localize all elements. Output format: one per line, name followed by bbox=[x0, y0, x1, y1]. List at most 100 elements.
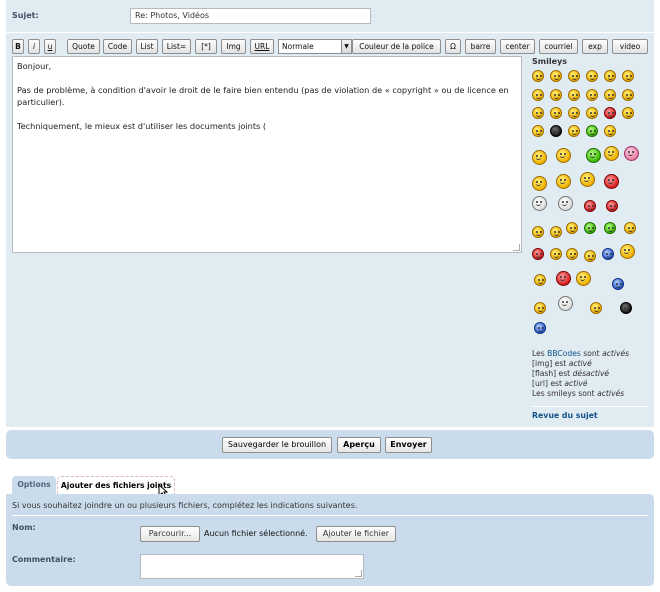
video-button[interactable]: video bbox=[612, 39, 648, 54]
smiley-icon[interactable] bbox=[584, 200, 596, 212]
smileys-title: Smileys bbox=[532, 57, 567, 66]
submit-button[interactable]: Envoyer bbox=[385, 437, 432, 453]
smiley-icon[interactable] bbox=[558, 196, 573, 211]
smiley-icon[interactable] bbox=[534, 322, 546, 334]
list-item-button[interactable]: [*] bbox=[195, 39, 217, 54]
smiley-icon[interactable] bbox=[532, 176, 547, 191]
smiley-icon[interactable] bbox=[602, 248, 614, 260]
divider bbox=[532, 406, 648, 407]
smiley-icon[interactable] bbox=[576, 271, 591, 286]
img-button[interactable]: Img bbox=[221, 39, 246, 54]
smiley-icon[interactable] bbox=[532, 150, 547, 165]
add-file-button[interactable]: Ajouter le fichier bbox=[316, 526, 396, 542]
underline-button[interactable]: u bbox=[44, 39, 56, 54]
smiley-icon[interactable] bbox=[604, 174, 619, 189]
smiley-icon[interactable] bbox=[586, 148, 601, 163]
comment-label: Commentaire: bbox=[12, 555, 76, 564]
tab-options[interactable]: Options bbox=[12, 476, 56, 494]
comment-textarea[interactable] bbox=[140, 554, 364, 579]
smiley-icon[interactable] bbox=[556, 174, 571, 189]
font-color-button[interactable]: Couleur de la police bbox=[352, 39, 441, 54]
url-button[interactable]: URL bbox=[250, 39, 274, 54]
smiley-icon[interactable] bbox=[604, 146, 619, 161]
smiley-icon[interactable] bbox=[550, 70, 562, 82]
smiley-icon[interactable] bbox=[622, 89, 634, 101]
quote-button[interactable]: Quote bbox=[67, 39, 100, 54]
browse-button[interactable]: Parcourir... bbox=[140, 526, 200, 542]
center-button[interactable]: center bbox=[500, 39, 535, 54]
smiley-icon[interactable] bbox=[558, 296, 573, 311]
bbcodes-link[interactable]: BBCodes bbox=[547, 349, 581, 358]
smiley-icon[interactable] bbox=[586, 89, 598, 101]
courriel-button[interactable]: courriel bbox=[539, 39, 578, 54]
code-button[interactable]: Code bbox=[103, 39, 132, 54]
message-line: Techniquement, le mieux est d'utiliser l… bbox=[17, 121, 267, 131]
smiley-icon[interactable] bbox=[604, 222, 616, 234]
preview-button[interactable]: Aperçu bbox=[337, 437, 381, 453]
smiley-icon[interactable] bbox=[568, 70, 580, 82]
smiley-icon[interactable] bbox=[532, 226, 544, 238]
smiley-icon[interactable] bbox=[532, 89, 544, 101]
smiley-icon[interactable] bbox=[568, 89, 580, 101]
list-button[interactable]: List bbox=[136, 39, 158, 54]
smiley-icon[interactable] bbox=[534, 274, 546, 286]
smiley-icon[interactable] bbox=[566, 248, 578, 260]
attachments-intro: Si vous souhaitez joindre un ou plusieur… bbox=[12, 501, 358, 510]
save-draft-button[interactable]: Sauvegarder le brouillon bbox=[222, 437, 332, 453]
smiley-icon[interactable] bbox=[622, 70, 634, 82]
smiley-icon[interactable] bbox=[550, 248, 562, 260]
smiley-icon[interactable] bbox=[566, 222, 578, 234]
divider bbox=[12, 515, 648, 516]
smiley-icon[interactable] bbox=[584, 222, 596, 234]
smiley-icon[interactable] bbox=[532, 125, 544, 137]
topic-review-link[interactable]: Revue du sujet bbox=[532, 411, 598, 420]
smiley-icon[interactable] bbox=[550, 226, 562, 238]
smiley-icon[interactable] bbox=[556, 148, 571, 163]
smiley-icon[interactable] bbox=[606, 200, 618, 212]
smiley-icon[interactable] bbox=[532, 196, 547, 211]
smiley-icon[interactable] bbox=[624, 146, 639, 161]
smiley-icon[interactable] bbox=[604, 107, 616, 119]
message-line: Pas de problème, à condition d'avoir le … bbox=[17, 85, 509, 107]
smiley-icon[interactable] bbox=[568, 125, 580, 137]
smiley-icon[interactable] bbox=[590, 302, 602, 314]
smiley-icon[interactable] bbox=[604, 89, 616, 101]
smiley-icon[interactable] bbox=[586, 70, 598, 82]
smiley-icon[interactable] bbox=[612, 278, 624, 290]
smiley-icon[interactable] bbox=[532, 248, 544, 260]
smiley-icon[interactable] bbox=[584, 250, 596, 262]
smiley-icon[interactable] bbox=[532, 70, 544, 82]
smiley-icon[interactable] bbox=[586, 125, 598, 137]
smiley-icon[interactable] bbox=[604, 70, 616, 82]
smiley-icon[interactable] bbox=[604, 125, 616, 137]
chevron-down-icon: ▼ bbox=[341, 40, 351, 53]
font-size-select[interactable]: Normale ▼ bbox=[278, 39, 352, 54]
smiley-icon[interactable] bbox=[556, 271, 571, 286]
smiley-icon[interactable] bbox=[534, 302, 546, 314]
bold-button[interactable]: B bbox=[12, 39, 24, 54]
bbcode-toolbar: B i u Quote Code List List= [*] Img URL … bbox=[12, 39, 648, 54]
barre-button[interactable]: barre bbox=[465, 39, 496, 54]
subject-label: Sujet: bbox=[12, 11, 39, 20]
smiley-icon[interactable] bbox=[568, 107, 580, 119]
subject-input[interactable]: Re: Photos, Vidéos bbox=[130, 8, 371, 24]
exp-button[interactable]: exp bbox=[582, 39, 608, 54]
omega-button[interactable]: Ω bbox=[445, 39, 461, 54]
smiley-icon[interactable] bbox=[550, 107, 562, 119]
smiley-icon[interactable] bbox=[550, 89, 562, 101]
smiley-icon[interactable] bbox=[620, 244, 635, 259]
italic-button[interactable]: i bbox=[28, 39, 40, 54]
smiley-icon[interactable] bbox=[532, 107, 544, 119]
smiley-icon[interactable] bbox=[622, 107, 634, 119]
smiley-icon[interactable] bbox=[620, 302, 632, 314]
smiley-icon[interactable] bbox=[624, 222, 636, 234]
smiley-icon[interactable] bbox=[580, 172, 595, 187]
info-state: activé bbox=[568, 359, 592, 368]
message-textarea[interactable]: Bonjour, Pas de problème, à condition d'… bbox=[12, 56, 522, 253]
smiley-icon[interactable] bbox=[550, 125, 562, 137]
list-ordered-button[interactable]: List= bbox=[162, 39, 191, 54]
smiley-icon[interactable] bbox=[586, 107, 598, 119]
info-state: activés bbox=[602, 349, 630, 358]
resize-grip-icon[interactable] bbox=[513, 244, 520, 251]
resize-grip-icon[interactable] bbox=[355, 570, 362, 577]
